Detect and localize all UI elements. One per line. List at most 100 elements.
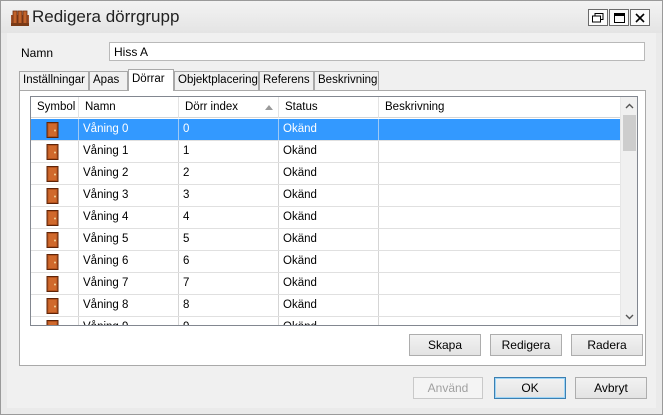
name-cell: Våning 5 <box>79 229 179 250</box>
index-cell: 2 <box>179 163 279 184</box>
description-cell <box>379 295 621 316</box>
table-row[interactable]: Våning 99Okänd <box>31 317 621 325</box>
index-cell: 1 <box>179 141 279 162</box>
scroll-up-button[interactable] <box>621 97 637 114</box>
table-row[interactable]: Våning 8 8 Okänd <box>31 295 621 317</box>
doors-grid[interactable]: Symbol Namn Dörr index Status Beskrivnin… <box>30 96 638 326</box>
name-cell: Våning 9 <box>79 317 179 325</box>
restore-button[interactable] <box>588 9 608 26</box>
description-cell <box>379 163 621 184</box>
name-cell: Våning 3 <box>79 185 179 206</box>
dialog-window: Redigera dörrgrupp Namn Hiss A Inställni… <box>0 0 663 415</box>
maximize-button[interactable] <box>609 9 629 26</box>
close-icon <box>635 12 645 23</box>
tab-dorrar[interactable]: Dörrar <box>128 69 174 91</box>
door-group-icon <box>11 10 29 26</box>
close-button[interactable] <box>630 9 650 26</box>
tab-objektplacering[interactable]: Objektplacering <box>174 71 259 90</box>
status-cell: Okänd <box>279 163 379 184</box>
window-title: Redigera dörrgrupp <box>32 7 180 26</box>
table-row[interactable]: Våning 3 3 Okänd <box>31 185 621 207</box>
name-label: Namn <box>21 46 54 60</box>
ok-button[interactable]: OK <box>494 377 566 399</box>
cancel-button[interactable]: Avbryt <box>575 377 647 399</box>
description-cell <box>379 119 621 140</box>
symbol-cell <box>31 251 79 272</box>
table-row[interactable]: Våning 6 6 Okänd <box>31 251 621 273</box>
name-cell: Våning 4 <box>79 207 179 228</box>
status-cell: Okänd <box>279 141 379 162</box>
tab-panel-dorrar: Symbol Namn Dörr index Status Beskrivnin… <box>19 90 646 366</box>
door-icon <box>46 320 59 325</box>
table-row[interactable]: Våning 2 2 Okänd <box>31 163 621 185</box>
tab-installningar[interactable]: Inställningar <box>19 71 89 90</box>
description-cell <box>379 185 621 206</box>
door-icon <box>46 188 59 204</box>
grid-header: Symbol Namn Dörr index Status Beskrivnin… <box>31 97 621 118</box>
maximize-icon <box>613 12 625 23</box>
chevron-up-icon <box>625 103 634 108</box>
status-cell: Okänd <box>279 207 379 228</box>
description-cell <box>379 273 621 294</box>
delete-button[interactable]: Radera <box>571 334 643 356</box>
name-cell: Våning 2 <box>79 163 179 184</box>
description-cell <box>379 251 621 272</box>
name-cell: Våning 7 <box>79 273 179 294</box>
column-header-name[interactable]: Namn <box>79 97 179 118</box>
symbol-cell <box>31 163 79 184</box>
vertical-scrollbar[interactable] <box>620 97 637 325</box>
tab-referens[interactable]: Referens <box>259 71 314 90</box>
door-icon <box>46 166 59 182</box>
symbol-cell <box>31 295 79 316</box>
door-icon <box>46 210 59 226</box>
column-header-index[interactable]: Dörr index <box>179 97 279 118</box>
column-header-index-label: Dörr index <box>185 101 239 113</box>
scroll-thumb[interactable] <box>623 115 636 151</box>
description-cell <box>379 317 621 325</box>
door-icon <box>46 122 59 138</box>
table-row[interactable]: Våning 1 1 Okänd <box>31 141 621 163</box>
status-cell: Okänd <box>279 295 379 316</box>
status-cell: Okänd <box>279 229 379 250</box>
name-input[interactable] <box>109 42 645 61</box>
title-bar[interactable]: Redigera dörrgrupp <box>1 1 662 33</box>
index-cell: 8 <box>179 295 279 316</box>
table-row[interactable]: Våning 0 0 Okänd <box>31 119 621 141</box>
symbol-cell <box>31 185 79 206</box>
status-cell: Okänd <box>279 251 379 272</box>
column-header-status[interactable]: Status <box>279 97 379 118</box>
table-row[interactable]: Våning 5 5 Okänd <box>31 229 621 251</box>
edit-button[interactable]: Redigera <box>490 334 562 356</box>
scroll-down-button[interactable] <box>621 308 637 325</box>
status-cell: Okänd <box>279 185 379 206</box>
tab-apas[interactable]: Apas <box>89 71 128 90</box>
index-cell: 4 <box>179 207 279 228</box>
create-button[interactable]: Skapa <box>409 334 481 356</box>
index-cell: 6 <box>179 251 279 272</box>
column-header-description[interactable]: Beskrivning <box>379 97 621 118</box>
table-row[interactable]: Våning 4 4 Okänd <box>31 207 621 229</box>
symbol-cell <box>31 119 79 140</box>
name-cell: Våning 8 <box>79 295 179 316</box>
index-cell: 3 <box>179 185 279 206</box>
status-cell: Okänd <box>279 119 379 140</box>
door-icon <box>46 298 59 314</box>
column-header-symbol[interactable]: Symbol <box>31 97 79 118</box>
symbol-cell <box>31 229 79 250</box>
chevron-down-icon <box>625 314 634 319</box>
index-cell: 0 <box>179 119 279 140</box>
restore-icon <box>592 12 604 22</box>
door-icon <box>46 254 59 270</box>
table-row[interactable]: Våning 7 7 Okänd <box>31 273 621 295</box>
tab-beskrivning[interactable]: Beskrivning <box>314 71 379 90</box>
symbol-cell <box>31 317 79 325</box>
apply-button[interactable]: Använd <box>413 377 483 399</box>
status-cell: Okänd <box>279 273 379 294</box>
name-cell: Våning 0 <box>79 119 179 140</box>
symbol-cell <box>31 207 79 228</box>
door-icon <box>46 276 59 292</box>
sort-ascending-icon <box>265 105 273 110</box>
name-cell: Våning 6 <box>79 251 179 272</box>
description-cell <box>379 141 621 162</box>
index-cell: 9 <box>179 317 279 325</box>
